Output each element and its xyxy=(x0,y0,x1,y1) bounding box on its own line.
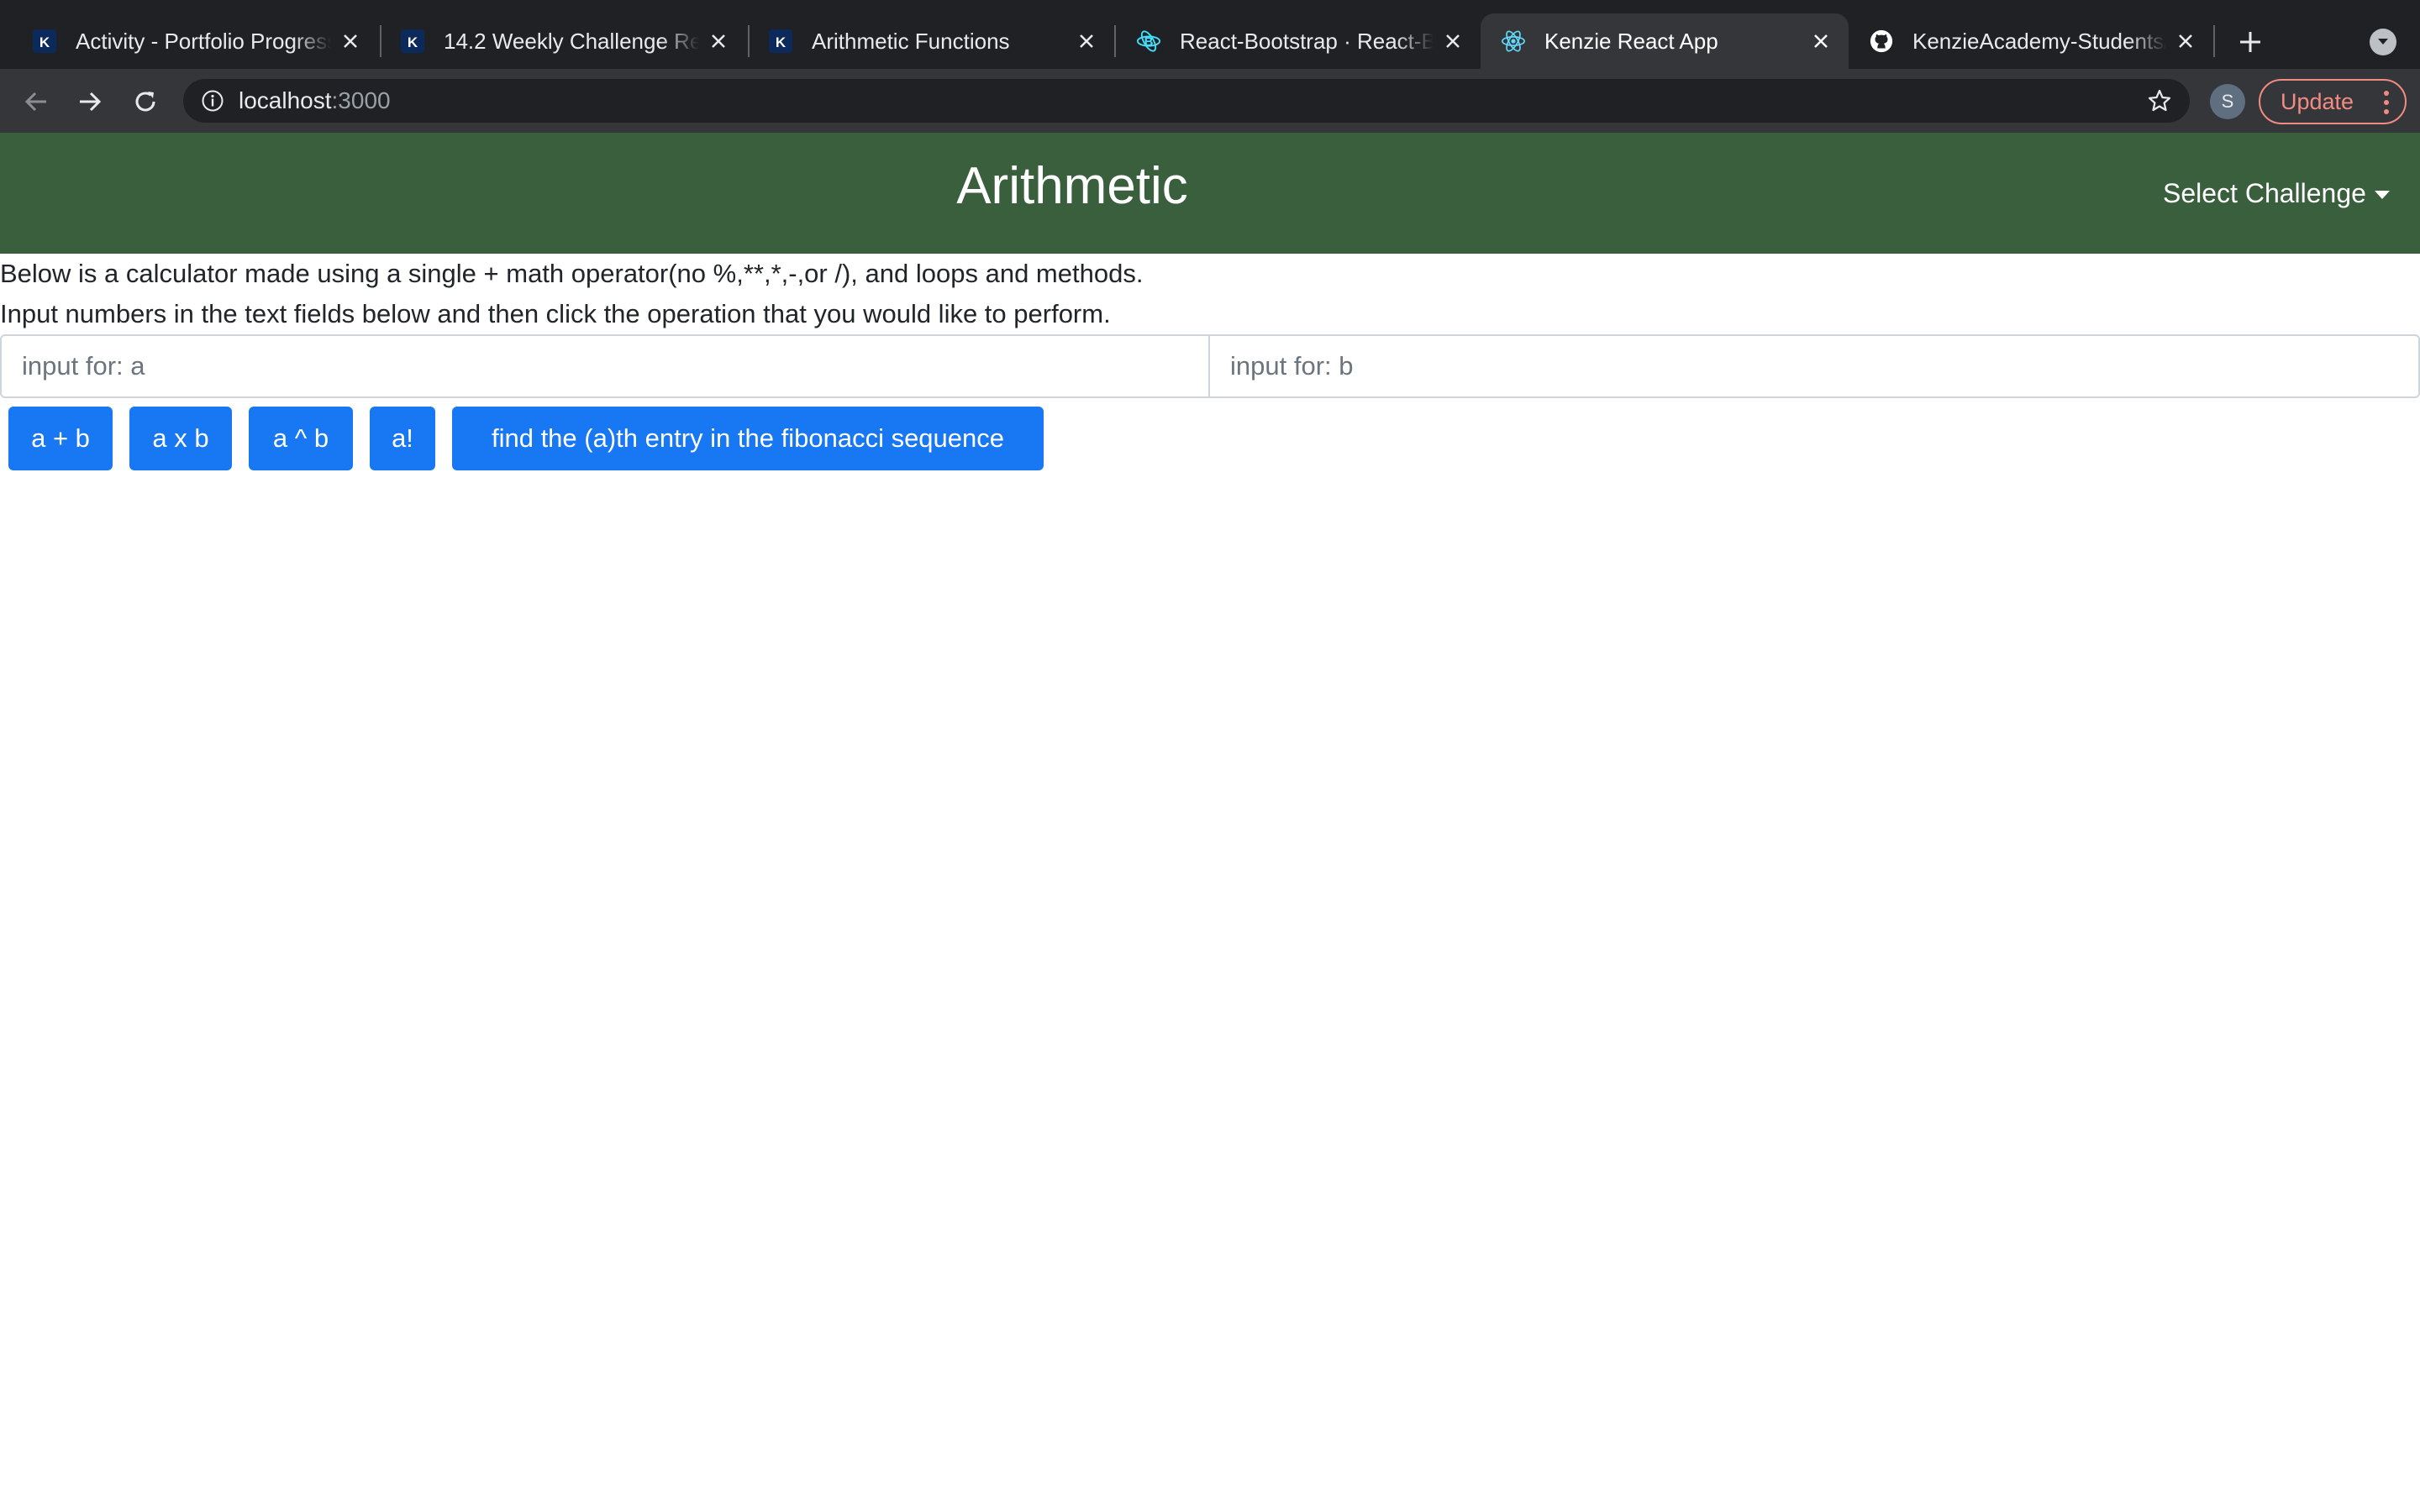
chevron-down-icon xyxy=(2378,39,2388,45)
svg-text:K: K xyxy=(39,34,50,50)
react-icon xyxy=(1501,29,1526,54)
select-challenge-dropdown[interactable]: Select Challenge xyxy=(2163,178,2390,209)
dropdown-label: Select Challenge xyxy=(2163,178,2366,208)
svg-text:K: K xyxy=(776,34,786,50)
fibonacci-button[interactable]: find the (a)th entry in the fibonacci se… xyxy=(452,407,1044,470)
svg-text:B: B xyxy=(1144,35,1154,50)
bookmark-star-icon[interactable] xyxy=(2146,87,2173,114)
tab-title: Kenzie React App xyxy=(1544,28,1718,54)
app-navbar: Arithmetic Select Challenge xyxy=(0,133,2420,254)
description-line-2: Input numbers in the text fields below a… xyxy=(0,299,1111,328)
more-vertical-icon xyxy=(2383,91,2390,114)
github-icon xyxy=(1869,29,1894,54)
reload-icon xyxy=(135,92,155,112)
plus-icon xyxy=(2240,32,2260,52)
input-b-field[interactable] xyxy=(1210,334,2420,398)
svg-text:K: K xyxy=(408,34,418,50)
address-bar[interactable]: localhost:3000 xyxy=(183,79,2190,123)
browser-toolbar: localhost:3000 S Update xyxy=(0,69,2420,133)
power-button[interactable]: a ^ b xyxy=(249,407,353,470)
forward-button[interactable] xyxy=(72,84,108,119)
close-icon[interactable] xyxy=(706,29,731,54)
caret-down-icon xyxy=(2374,190,2390,199)
input-group xyxy=(0,334,2420,398)
browser-tab-arithmetic-functions[interactable]: K Arithmetic Functions xyxy=(748,13,1114,69)
url-port: :3000 xyxy=(331,87,391,113)
close-icon[interactable] xyxy=(338,29,363,54)
tab-title: Activity - Portfolio Progress xyxy=(76,28,331,54)
add-button[interactable]: a + b xyxy=(8,407,113,470)
close-icon[interactable] xyxy=(2173,29,2198,54)
profile-avatar[interactable]: S xyxy=(2210,84,2245,119)
browser-tab-strip: K Activity - Portfolio Progress K 14.2 W… xyxy=(0,0,2420,69)
browser-tab-react-bootstrap[interactable]: B React-Bootstrap · React-Bootstrap xyxy=(1116,13,1481,69)
browser-tab-activity[interactable]: K Activity - Portfolio Progress xyxy=(12,13,378,69)
back-button[interactable] xyxy=(18,84,54,119)
description-line-1: Below is a calculator made using a singl… xyxy=(0,259,1144,288)
input-a-field[interactable] xyxy=(0,334,1210,398)
factorial-button[interactable]: a! xyxy=(370,407,435,470)
multiply-button[interactable]: a x b xyxy=(129,407,232,470)
info-icon[interactable] xyxy=(200,88,225,113)
tab-title: 14.2 Weekly Challenge Retro xyxy=(444,28,699,54)
arrow-left-icon xyxy=(24,92,46,112)
kenzie-icon: K xyxy=(400,29,425,54)
operation-buttons: a + b a x b a ^ b a! find the (a)th entr… xyxy=(8,407,1044,470)
tab-title: KenzieAcademy-Students/challenge xyxy=(1912,28,2166,54)
close-icon[interactable] xyxy=(1074,29,1099,54)
close-icon[interactable] xyxy=(1440,29,1465,54)
tab-title: Arithmetic Functions xyxy=(812,28,1010,54)
arrow-right-icon xyxy=(80,92,102,112)
page-title: Arithmetic xyxy=(956,157,1188,215)
kenzie-icon: K xyxy=(768,29,793,54)
reload-button[interactable] xyxy=(128,84,163,119)
browser-tab-kenzie-react-app[interactable]: Kenzie React App xyxy=(1481,13,1849,69)
close-icon[interactable] xyxy=(1808,29,1833,54)
update-label: Update xyxy=(2281,88,2354,114)
browser-tab-github[interactable]: KenzieAcademy-Students/challenge xyxy=(1849,13,2213,69)
tab-search-button[interactable] xyxy=(2370,29,2396,55)
react-bootstrap-icon: B xyxy=(1136,29,1161,54)
new-tab-button[interactable] xyxy=(2232,24,2269,60)
url-host: localhost xyxy=(239,87,332,113)
kenzie-icon: K xyxy=(32,29,57,54)
tab-separator xyxy=(2213,25,2215,57)
update-button[interactable]: Update xyxy=(2259,79,2407,124)
browser-tab-weekly-challenge[interactable]: K 14.2 Weekly Challenge Retro xyxy=(380,13,746,69)
tab-title: React-Bootstrap · React-Bootstrap xyxy=(1180,28,1434,54)
